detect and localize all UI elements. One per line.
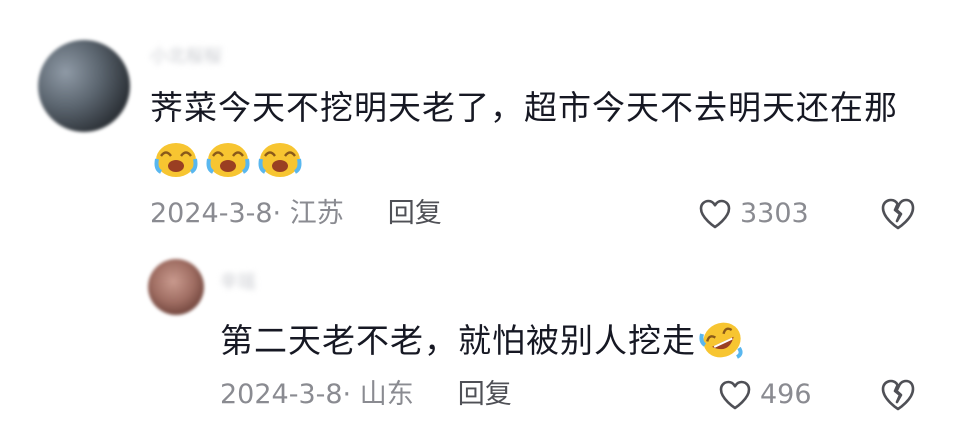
comment-username[interactable]: 辛瑶 [220,271,280,295]
like-count: 496 [760,379,812,410]
heart-outline-icon [719,380,751,410]
reply-item: 辛瑶 第二天老不老，就怕被别人挖走 2024-3-8· 山东 回复 496 [0,255,960,425]
comment-item: 小北桜桜 荠菜今天不挖明天老了，超市今天不去明天还在那 2024-3-8· 江苏… [0,30,960,245]
comment-date-location: 2024-3-8· 江苏 [150,198,344,229]
reply-button[interactable]: 回复 [388,196,442,232]
laugh-cry-emoji [153,139,199,179]
comment-body: 第二天老不老，就怕被别人挖走 [220,321,696,360]
rolling-laugh-emoji [699,320,745,360]
avatar[interactable] [148,259,204,315]
avatar[interactable] [38,40,130,132]
broken-heart-icon[interactable] [880,197,916,231]
comment-date-location: 2024-3-8· 山东 [220,379,414,410]
comment-meta: 2024-3-8· 江苏 回复 [150,196,442,232]
comment-body: 荠菜今天不挖明天老了，超市今天不去明天还在那 [150,88,898,127]
reply-button[interactable]: 回复 [458,377,512,413]
comment-meta: 2024-3-8· 山东 回复 [220,377,512,413]
broken-heart-icon[interactable] [880,378,916,412]
like-button[interactable]: 496 [718,377,812,413]
comment-text: 第二天老不老，就怕被别人挖走 [220,315,920,367]
laugh-cry-emoji [257,139,303,179]
comment-username[interactable]: 小北桜桜 [150,44,290,70]
comment-text: 荠菜今天不挖明天老了，超市今天不去明天还在那 [150,82,930,186]
like-button[interactable]: 3303 [698,196,809,232]
heart-outline-icon [699,199,731,229]
like-count: 3303 [740,198,809,229]
laugh-cry-emoji [205,139,251,179]
